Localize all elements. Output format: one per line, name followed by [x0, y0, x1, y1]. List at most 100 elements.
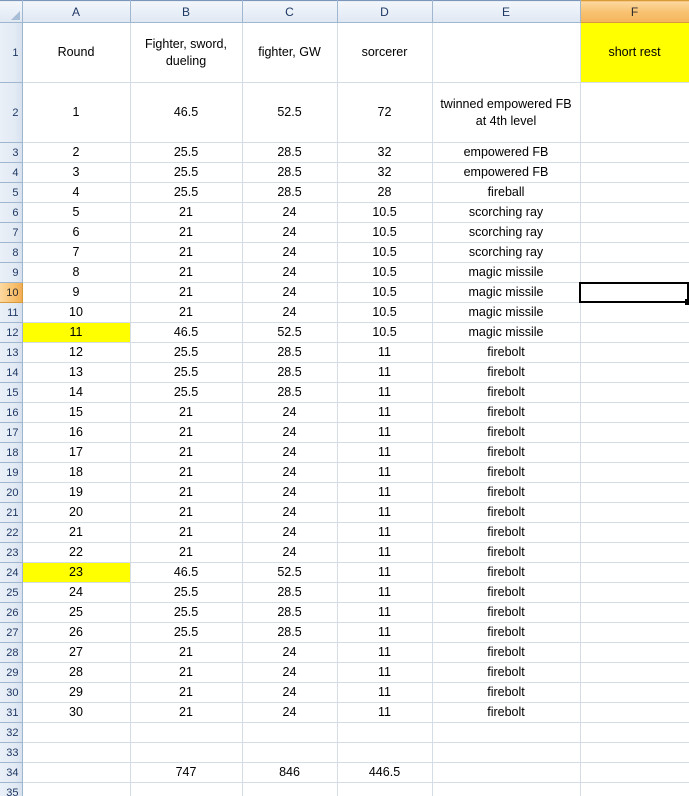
cell-f4[interactable] [580, 163, 689, 183]
cell-a29[interactable]: 28 [22, 663, 130, 683]
cell-a33[interactable] [22, 743, 130, 763]
cell-f30[interactable] [580, 683, 689, 703]
cell-c15[interactable]: 28.5 [242, 383, 337, 403]
cell-e11[interactable]: magic missile [432, 303, 580, 323]
cell-c30[interactable]: 24 [242, 683, 337, 703]
cell-c23[interactable]: 24 [242, 543, 337, 563]
cell-e18[interactable]: firebolt [432, 443, 580, 463]
cell-a28[interactable]: 27 [22, 643, 130, 663]
cell-e12[interactable]: magic missile [432, 323, 580, 343]
cell-d22[interactable]: 11 [337, 523, 432, 543]
cell-d24[interactable]: 11 [337, 563, 432, 583]
cell-a6[interactable]: 5 [22, 203, 130, 223]
cell-a4[interactable]: 3 [22, 163, 130, 183]
cell-d27[interactable]: 11 [337, 623, 432, 643]
column-header-f[interactable]: F [580, 1, 689, 23]
cell-a10[interactable]: 9 [22, 283, 130, 303]
cell-a32[interactable] [22, 723, 130, 743]
cell-f10[interactable] [580, 283, 689, 303]
row-header-35[interactable]: 35 [0, 783, 22, 796]
cell-f19[interactable] [580, 463, 689, 483]
cell-d16[interactable]: 11 [337, 403, 432, 423]
cell-e33[interactable] [432, 743, 580, 763]
row-header-31[interactable]: 31 [0, 703, 22, 723]
cell-d26[interactable]: 11 [337, 603, 432, 623]
cell-e6[interactable]: scorching ray [432, 203, 580, 223]
cell-f35[interactable] [580, 783, 689, 796]
cell-b31[interactable]: 21 [130, 703, 242, 723]
cell-f20[interactable] [580, 483, 689, 503]
cell-e21[interactable]: firebolt [432, 503, 580, 523]
cell-a23[interactable]: 22 [22, 543, 130, 563]
row-header-30[interactable]: 30 [0, 683, 22, 703]
cell-e25[interactable]: firebolt [432, 583, 580, 603]
cell-c7[interactable]: 24 [242, 223, 337, 243]
cell-a18[interactable]: 17 [22, 443, 130, 463]
cell-c22[interactable]: 24 [242, 523, 337, 543]
row-header-20[interactable]: 20 [0, 483, 22, 503]
cell-d7[interactable]: 10.5 [337, 223, 432, 243]
cell-f13[interactable] [580, 343, 689, 363]
cell-d20[interactable]: 11 [337, 483, 432, 503]
row-header-1[interactable]: 1 [0, 23, 22, 83]
cell-e17[interactable]: firebolt [432, 423, 580, 443]
cell-b11[interactable]: 21 [130, 303, 242, 323]
cell-e13[interactable]: firebolt [432, 343, 580, 363]
cell-c4[interactable]: 28.5 [242, 163, 337, 183]
cell-d1[interactable]: sorcerer [337, 23, 432, 83]
cell-d12[interactable]: 10.5 [337, 323, 432, 343]
cell-b1[interactable]: Fighter, sword, dueling [130, 23, 242, 83]
cell-a26[interactable]: 25 [22, 603, 130, 623]
cell-f31[interactable] [580, 703, 689, 723]
row-header-12[interactable]: 12 [0, 323, 22, 343]
cell-a30[interactable]: 29 [22, 683, 130, 703]
cell-b19[interactable]: 21 [130, 463, 242, 483]
cell-b28[interactable]: 21 [130, 643, 242, 663]
cell-d5[interactable]: 28 [337, 183, 432, 203]
cell-a22[interactable]: 21 [22, 523, 130, 543]
row-header-11[interactable]: 11 [0, 303, 22, 323]
cell-d6[interactable]: 10.5 [337, 203, 432, 223]
cell-c35[interactable] [242, 783, 337, 796]
cell-b26[interactable]: 25.5 [130, 603, 242, 623]
cell-e32[interactable] [432, 723, 580, 743]
cell-c28[interactable]: 24 [242, 643, 337, 663]
row-header-21[interactable]: 21 [0, 503, 22, 523]
cell-c33[interactable] [242, 743, 337, 763]
cell-b6[interactable]: 21 [130, 203, 242, 223]
cell-e29[interactable]: firebolt [432, 663, 580, 683]
cell-f7[interactable] [580, 223, 689, 243]
column-header-c[interactable]: C [242, 1, 337, 23]
cell-b35[interactable] [130, 783, 242, 796]
cell-b8[interactable]: 21 [130, 243, 242, 263]
cell-e10[interactable]: magic missile [432, 283, 580, 303]
cell-c5[interactable]: 28.5 [242, 183, 337, 203]
cell-f32[interactable] [580, 723, 689, 743]
cell-a8[interactable]: 7 [22, 243, 130, 263]
cell-a24[interactable]: 23 [22, 563, 130, 583]
cell-c29[interactable]: 24 [242, 663, 337, 683]
cell-a17[interactable]: 16 [22, 423, 130, 443]
row-header-8[interactable]: 8 [0, 243, 22, 263]
cell-a7[interactable]: 6 [22, 223, 130, 243]
cell-d14[interactable]: 11 [337, 363, 432, 383]
cell-e14[interactable]: firebolt [432, 363, 580, 383]
cell-b25[interactable]: 25.5 [130, 583, 242, 603]
cell-e2[interactable]: twinned empowered FB at 4th level [432, 83, 580, 143]
cell-a27[interactable]: 26 [22, 623, 130, 643]
cell-b23[interactable]: 21 [130, 543, 242, 563]
cell-d25[interactable]: 11 [337, 583, 432, 603]
cell-f6[interactable] [580, 203, 689, 223]
cell-b32[interactable] [130, 723, 242, 743]
cell-a9[interactable]: 8 [22, 263, 130, 283]
cell-d29[interactable]: 11 [337, 663, 432, 683]
cell-b17[interactable]: 21 [130, 423, 242, 443]
cell-e28[interactable]: firebolt [432, 643, 580, 663]
cell-c19[interactable]: 24 [242, 463, 337, 483]
cell-e8[interactable]: scorching ray [432, 243, 580, 263]
row-header-23[interactable]: 23 [0, 543, 22, 563]
column-header-a[interactable]: A [22, 1, 130, 23]
cell-f2[interactable] [580, 83, 689, 143]
cell-f12[interactable] [580, 323, 689, 343]
row-header-13[interactable]: 13 [0, 343, 22, 363]
